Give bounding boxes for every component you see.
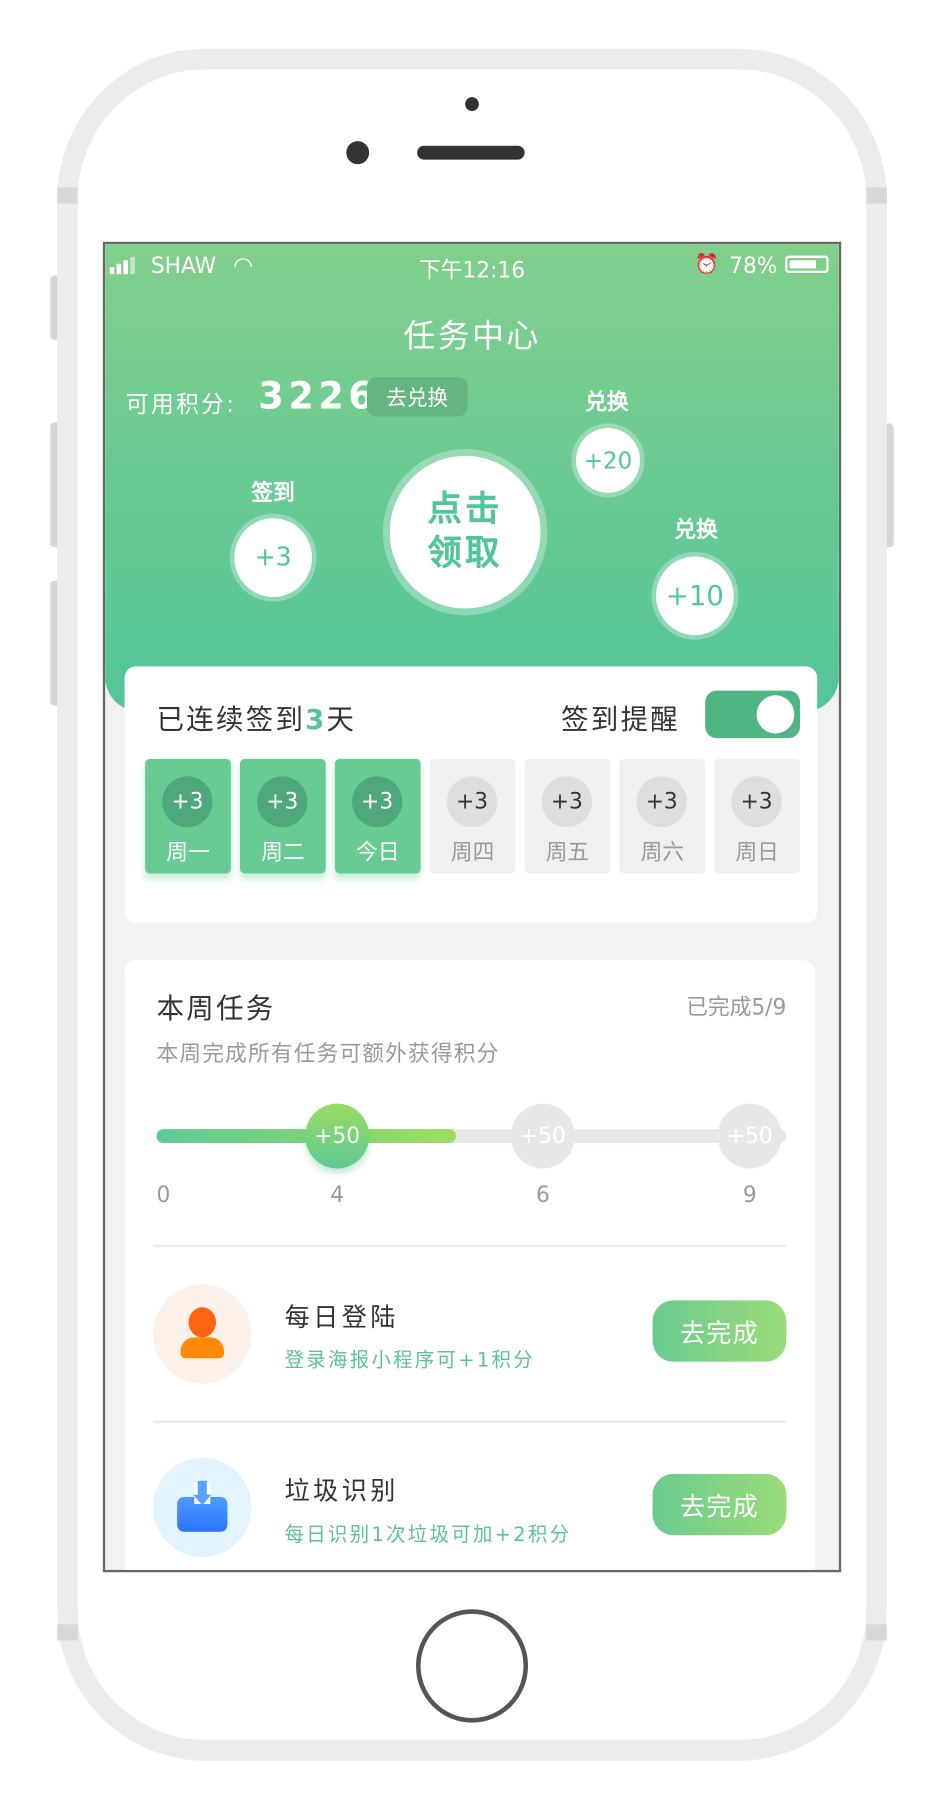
reminder-toggle[interactable]: [705, 690, 801, 739]
antenna-band: [866, 187, 887, 204]
points-label: 可用积分:: [125, 389, 237, 418]
task-desc: 登录海报小程序可+1积分: [284, 1348, 535, 1373]
battery-icon: [785, 255, 829, 274]
day-points: +3: [731, 776, 782, 828]
milestone-label: 6: [535, 1182, 550, 1208]
weekly-progress-text: 已完成5/9: [686, 994, 787, 1021]
task-desc: 每日识别1次垃圾可加+2积分: [284, 1523, 572, 1547]
checkin-card: 已连续签到3天 签到提醒 +3 周一 +3 周二 +3 今日 +3 周四 +3 周五 +3 周六 +3 周…: [124, 666, 818, 924]
weekly-title: 本周任务: [156, 992, 276, 1026]
user-icon: [188, 1307, 217, 1338]
day-tile[interactable]: +3 周二: [240, 758, 326, 874]
redeem-bubble[interactable]: +20: [576, 428, 641, 493]
alarm-icon: ⏰: [694, 253, 720, 277]
phone-mockup: SHAW ◠ 下午12:16 ⏰ 78% 任务中心 可用积分: 3226 去兑换…: [0, 0, 944, 1814]
day-tile[interactable]: +3 周日: [714, 758, 801, 874]
task-icon-bg: [153, 1457, 252, 1558]
bubble-label: 兑换: [585, 389, 629, 416]
carrier-name: SHAW: [150, 253, 217, 279]
battery-percent: 78%: [729, 253, 778, 279]
user-icon-body: [180, 1337, 225, 1359]
day-points: +3: [257, 776, 308, 828]
day-tile[interactable]: +3 周四: [429, 758, 516, 874]
redeem-bubble[interactable]: +10: [656, 556, 734, 636]
day-label: 周日: [735, 839, 779, 866]
points-value: 3226: [258, 373, 379, 418]
day-label: 周二: [261, 839, 305, 866]
claim-lines: 点击 领取: [425, 488, 505, 576]
progress-track: [156, 1129, 787, 1144]
claim-label: 点击领取 点击 领取: [425, 488, 505, 576]
weekly-subtitle: 本周完成所有任务可额外获得积分: [156, 1041, 500, 1067]
streak-suffix: 天: [326, 703, 357, 736]
home-button[interactable]: [416, 1609, 529, 1723]
day-tile[interactable]: +3 周五: [524, 758, 611, 874]
task-icon-bg: [153, 1284, 252, 1384]
front-camera: [346, 141, 370, 165]
day-points: +3: [541, 776, 593, 828]
milestone-label: 0: [156, 1182, 171, 1208]
weekly-tasks-card: 本周任务 已完成5/9 本周完成所有任务可额外获得积分 0 +50 4 +50 6 +5…: [124, 960, 815, 1570]
divider: [153, 1420, 787, 1423]
bubble-label: 签到: [251, 480, 295, 506]
antenna-band: [866, 1624, 887, 1641]
status-time: 下午12:16: [419, 257, 526, 284]
milestone-label: 9: [742, 1182, 757, 1208]
page-title: 任务中心: [403, 316, 541, 356]
day-tile[interactable]: +3 周一: [145, 758, 231, 874]
day-label: 周六: [640, 839, 685, 866]
checkin-bubble[interactable]: +3: [234, 518, 313, 597]
task-title: 每日登陆: [284, 1303, 399, 1333]
task-title: 垃圾识别: [284, 1477, 399, 1507]
claim-button[interactable]: 点击领取 点击 领取: [389, 455, 541, 609]
milestone-reward[interactable]: +50: [305, 1103, 370, 1169]
day-points: +3: [162, 776, 213, 828]
claim-line: 点击: [427, 489, 503, 530]
divider: [153, 1244, 787, 1248]
day-label: 今日: [355, 839, 400, 866]
day-tile[interactable]: +3 今日: [334, 758, 421, 874]
speaker-grille: [417, 145, 525, 160]
redeem-button[interactable]: 去兑换: [366, 377, 468, 417]
day-points: +3: [636, 776, 687, 828]
reminder-label: 签到提醒: [561, 703, 681, 736]
claim-line: 领取: [427, 533, 503, 574]
milestone-label: 4: [330, 1182, 345, 1208]
antenna-band: [57, 187, 78, 204]
sensor-dot: [465, 97, 479, 112]
antenna-band: [57, 1624, 78, 1641]
app-screen: SHAW ◠ 下午12:16 ⏰ 78% 任务中心 可用积分: 3226 去兑换…: [102, 241, 842, 1573]
day-label: 周一: [166, 839, 210, 866]
day-tile[interactable]: +3 周六: [619, 758, 706, 874]
streak-title: 已连续签到3天: [157, 696, 357, 736]
signal-icon: [109, 256, 135, 275]
streak-days: 3: [305, 703, 327, 736]
bubble-label: 兑换: [674, 517, 718, 543]
complete-task-button[interactable]: 去完成: [652, 1473, 787, 1536]
wifi-icon: ◠: [233, 251, 254, 279]
complete-task-button[interactable]: 去完成: [652, 1300, 787, 1362]
day-label: 周五: [545, 839, 590, 866]
day-label: 周四: [450, 839, 495, 866]
day-points: +3: [446, 776, 498, 828]
day-points: +3: [352, 776, 403, 828]
milestone-reward[interactable]: +50: [510, 1103, 575, 1169]
streak-prefix: 已连续签到: [156, 703, 306, 736]
milestone-reward[interactable]: +50: [717, 1103, 782, 1169]
